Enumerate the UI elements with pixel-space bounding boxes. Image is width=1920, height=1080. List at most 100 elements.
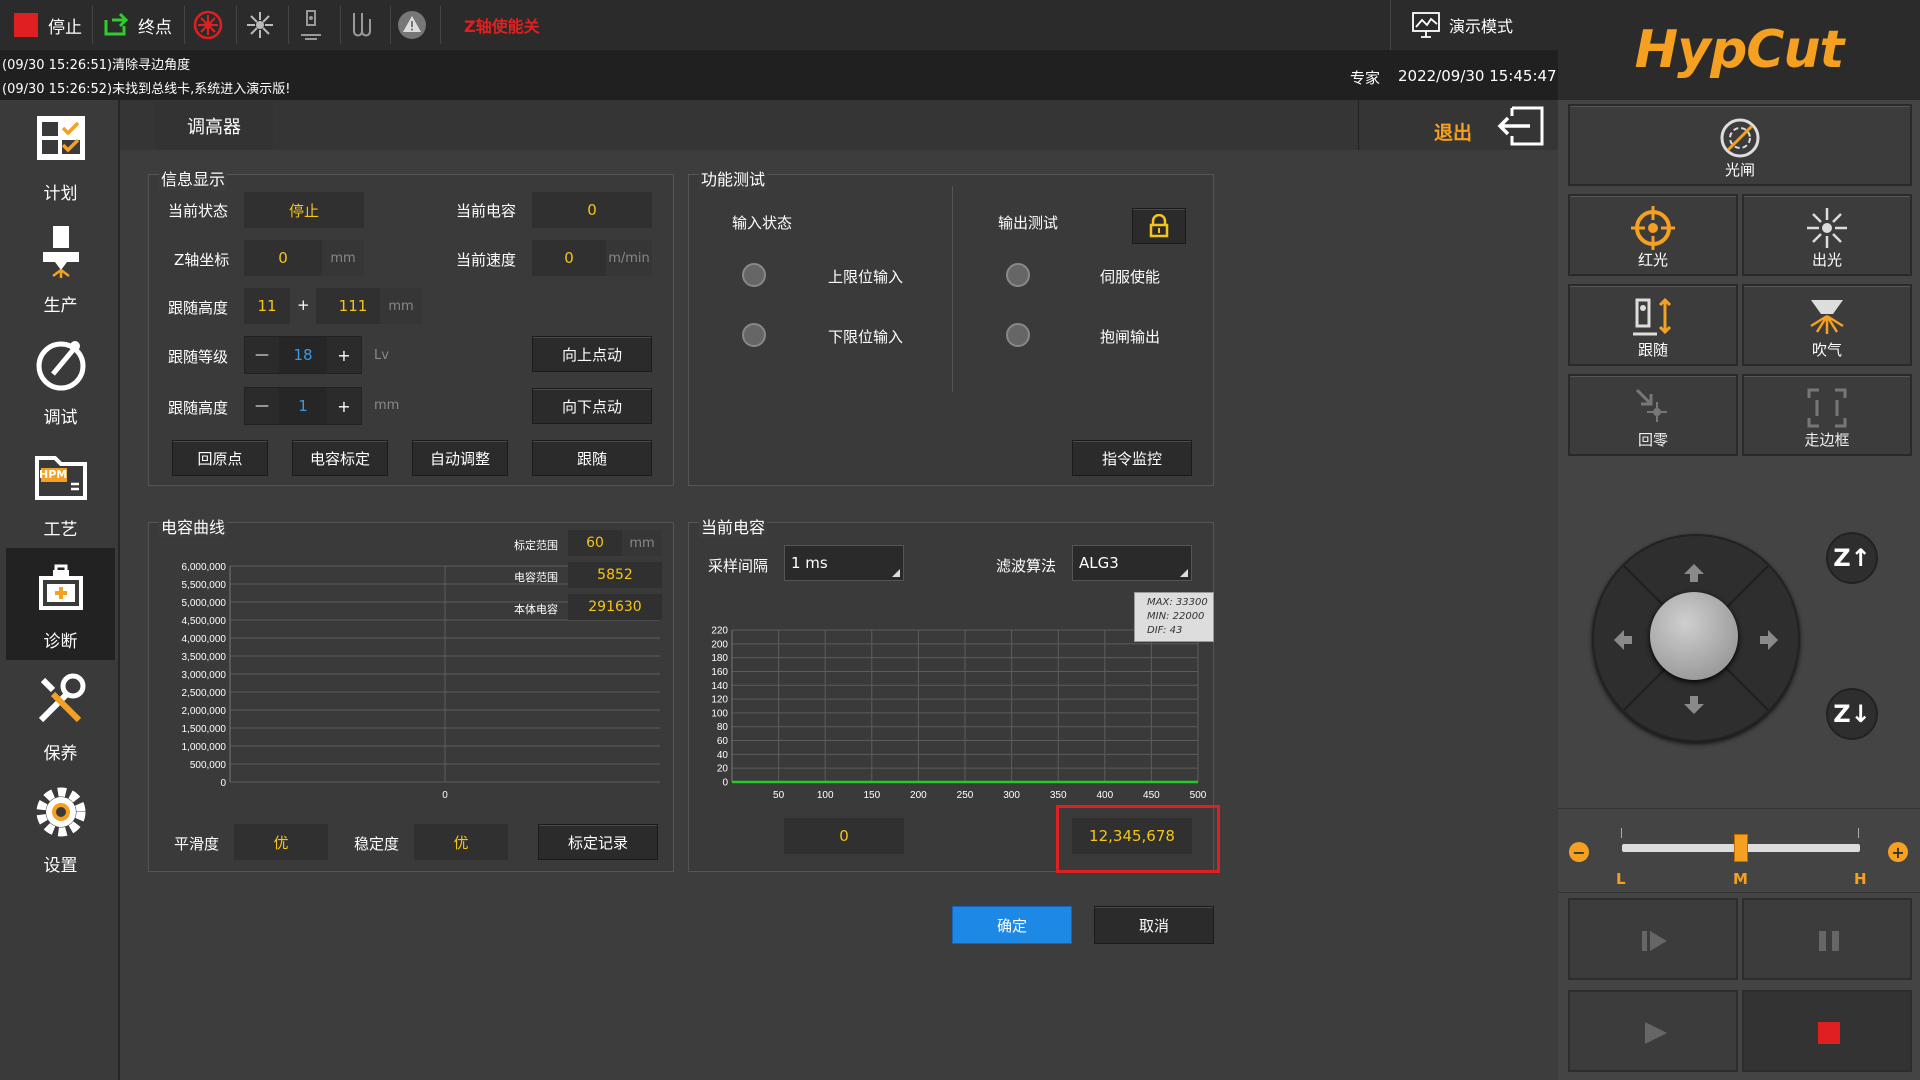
laser-off-button[interactable] [192,0,224,50]
stats-min: MIN: 22000 [1147,611,1205,622]
shutter-icon [1720,118,1760,158]
sidebar-item-diagnosis[interactable]: 诊断 [6,548,115,660]
return-arrow-icon [104,12,129,36]
height-value[interactable]: 1 [279,388,327,424]
follow-height-unit: mm [380,288,422,324]
calib-range-label: 标定范围 [514,539,558,552]
jog-pad [1592,534,1800,742]
jog-down-button[interactable]: 向下点动 [532,388,652,424]
speed-label-low: L [1616,870,1626,888]
pause-button[interactable] [1742,898,1912,980]
y-tick-label: 120 [711,695,728,706]
follow-toggle-button[interactable] [346,0,378,50]
y-tick-label: 20 [717,764,729,775]
level-value[interactable]: 18 [279,337,327,373]
current-speed-value: 0 [532,240,606,276]
brake-output-toggle[interactable] [1006,323,1030,347]
stats-box: MAX: 33300 MIN: 22000 DIF: 43 [1134,592,1214,642]
exit-door-icon [1497,106,1544,146]
sidebar-item-maintenance[interactable]: 保养 [6,660,115,772]
jog-center-button[interactable] [1650,592,1738,680]
z-down-button[interactable]: Z↓ [1826,688,1878,740]
laser-warning-icon [193,10,223,40]
x-tick-label: 0 [442,790,448,801]
height-decrement-button[interactable]: — [245,388,279,424]
command-monitor-button[interactable]: 指令监控 [1072,440,1192,476]
sidebar-item-production[interactable]: 生产 [6,212,115,324]
y-tick-label: 180 [711,653,728,664]
speed-increase-button[interactable]: + [1888,842,1908,862]
exit-button[interactable] [1496,104,1548,148]
y-tick-label: 1,000,000 [182,742,227,753]
filter-algo-select[interactable]: ALG3 [1072,545,1192,581]
speed-decrease-button[interactable]: − [1569,842,1589,862]
calib-record-button[interactable]: 标定记录 [538,824,658,860]
speed-label-mid: M [1733,870,1748,888]
jog-up-button[interactable]: 向上点动 [532,336,652,372]
sidebar: 计划 生产 调试 HPM 工艺 诊断 保养 设置 [0,100,120,1080]
stop-machine-button[interactable] [1742,990,1912,1072]
laser-burst-icon [1807,208,1847,248]
z-coord-label: Z轴坐标 [174,251,230,269]
y-tick-label: 2,000,000 [182,706,227,717]
y-tick-label: 200 [711,639,728,650]
y-tick-label: 220 [711,626,728,637]
stop-square-icon [1818,1022,1840,1044]
level-increment-button[interactable]: + [327,337,361,373]
blow-button[interactable]: 吹气 [1742,284,1912,366]
follow-action-button[interactable]: 跟随 [532,440,652,476]
home-zero-button[interactable]: 回零 [1568,374,1738,456]
return-origin-button[interactable]: 回原点 [172,440,268,476]
servo-enable-toggle[interactable] [1006,263,1030,287]
start-button[interactable] [1568,990,1738,1072]
red-light-button[interactable]: 红光 [1568,194,1738,276]
endpoint-button[interactable]: 终点 [102,0,172,50]
confirm-button[interactable]: 确定 [952,906,1072,944]
sidebar-item-plan[interactable]: 计划 [6,100,115,212]
auto-adjust-button[interactable]: 自动调整 [412,440,508,476]
cap-calibrate-button[interactable]: 电容标定 [292,440,388,476]
upper-limit-label: 上限位输入 [828,268,904,286]
emit-laser-button[interactable]: 出光 [1742,194,1912,276]
tab-height-controller[interactable]: 调高器 [155,102,273,150]
sidebar-item-debug[interactable]: 调试 [6,324,115,436]
user-role: 专家 [1350,69,1381,87]
warning-triangle-icon [398,11,426,39]
jog-up-arrow-icon[interactable] [1682,562,1706,584]
cap-readout-left: 0 [784,818,904,854]
x-tick-label: 500 [1190,790,1207,801]
sample-interval-select[interactable]: 1 ms [784,545,904,581]
trace-frame-button[interactable]: 走边框 [1742,374,1912,456]
level-decrement-button[interactable]: — [245,337,279,373]
light-button[interactable] [244,0,276,50]
laser-head-icon [301,10,321,40]
cap-range-label: 电容范围 [514,571,558,584]
head-button[interactable] [296,0,326,50]
stop-button[interactable]: 停止 [14,0,82,50]
y-tick-label: 1,500,000 [182,724,227,735]
alarm-button[interactable] [396,0,428,50]
sidebar-item-settings[interactable]: 设置 [6,772,115,884]
z-coord-value: 0 [244,240,322,276]
servo-enable-label: 伺服使能 [1100,268,1161,286]
speed-slider-track[interactable] [1622,834,1860,862]
sidebar-item-process[interactable]: HPM 工艺 [6,436,115,548]
jog-right-arrow-icon[interactable] [1758,628,1780,652]
jog-left-arrow-icon[interactable] [1612,628,1634,652]
follow-level-label: 跟随等级 [168,348,229,366]
speed-slider-thumb[interactable] [1734,834,1748,862]
follow-button[interactable]: 跟随 [1568,284,1738,366]
exit-label[interactable]: 退出 [1434,118,1472,145]
demo-mode-button[interactable]: 演示模式 [1390,0,1558,50]
stats-dif: DIF: 43 [1147,625,1183,636]
jog-down-arrow-icon[interactable] [1682,694,1706,716]
cancel-button[interactable]: 取消 [1094,906,1214,944]
z-up-button[interactable]: Z↑ [1826,532,1878,584]
height-increment-button[interactable]: + [327,388,361,424]
right-control-panel: HypCut 光闸 红光 出光 跟随 吹气 回零 走边框 Z↑ Z↓ − + L… [1558,0,1920,1080]
shutter-button[interactable]: 光闸 [1568,104,1912,186]
step-forward-button[interactable] [1568,898,1738,980]
output-lock-button[interactable] [1132,208,1186,244]
follow-height-label: 跟随高度 [168,299,229,317]
head-updown-icon [1633,297,1672,336]
